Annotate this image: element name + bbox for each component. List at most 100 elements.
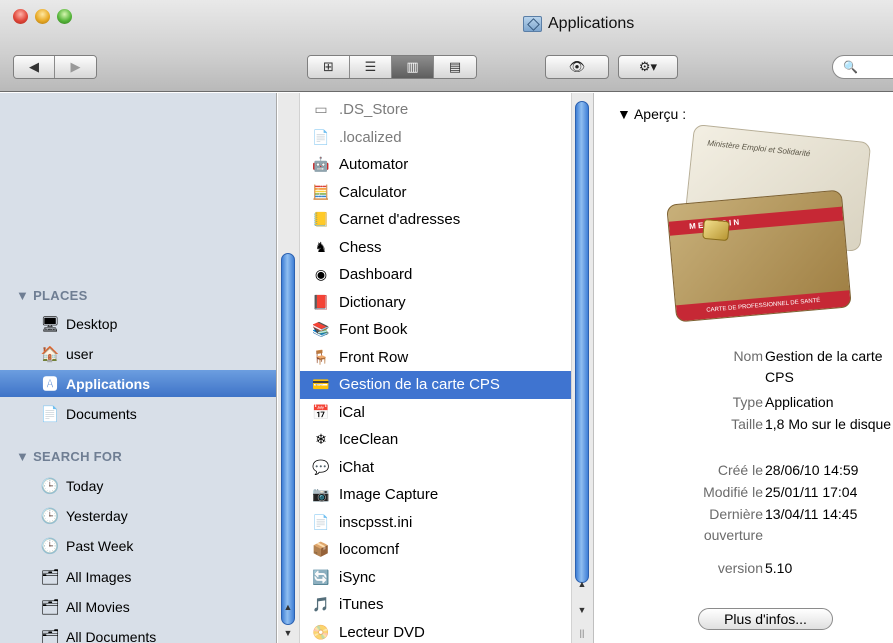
smart-folder-icon: 🗂 (40, 568, 60, 586)
preview-pane: ▼ Aperçu : Ministère Emploi et Solidarit… (595, 93, 893, 643)
file-item-carnet-d-adresses[interactable]: 📒 Carnet d'adresses (300, 206, 572, 234)
card-top-text: Ministère Emploi et Solidarité (706, 138, 811, 159)
file-item-name: inscpsst.ini (339, 513, 413, 531)
quick-look-button[interactable]: 👁 (545, 55, 609, 79)
sidebar-item-documents[interactable]: 📄 Documents (0, 400, 276, 427)
coverflow-view-button[interactable]: ▤ (434, 56, 476, 78)
file-item-name: Dashboard (339, 266, 413, 284)
card-red-footer: CARTE DE PROFESSIONNEL DE SANTÉ (675, 290, 851, 322)
cps-card-front-image: M E D E C I N CARTE DE PROFESSIONNEL DE … (666, 189, 852, 323)
info-value: Gestion de la carte CPS (765, 348, 883, 385)
file-item-chess[interactable]: ♞ Chess (300, 234, 572, 262)
sidebar-item-today[interactable]: 🕒 Today (0, 472, 276, 499)
file-item-name: Image Capture (339, 486, 439, 504)
places-column-scrollbar[interactable]: ▲ ▼ (278, 93, 300, 643)
file-item-front-row[interactable]: 🪑 Front Row (300, 344, 572, 372)
file-item-ichat[interactable]: 💬 iChat (300, 454, 572, 482)
file-item-locomcnf[interactable]: 📦 locomcnf (300, 536, 572, 564)
applications-column-scroll-thumb[interactable] (575, 101, 589, 583)
file-item-gestion-de-la-carte-cps[interactable]: 💳 Gestion de la carte CPS (300, 371, 572, 399)
chess-icon: ♞ (314, 238, 328, 255)
sidebar-item-desktop[interactable]: 🖥 Desktop (0, 310, 276, 337)
applications-column: ▲ ▼ ▭ .DS_Store 📄 .localized 🤖 Automator… (278, 93, 594, 643)
sidebar-item-label: Applications (66, 375, 151, 392)
more-info-button[interactable]: Plus d'infos... (698, 608, 833, 630)
file-item-isync[interactable]: 🔄 iSync (300, 564, 572, 592)
file-item-lecteur-dvd[interactable]: 📀 Lecteur DVD (300, 619, 572, 643)
info-value: 13/04/11 14:45 (765, 506, 858, 522)
info-value: 25/01/11 17:04 (765, 484, 858, 500)
document-icon: 📄 (312, 128, 330, 145)
applications-column-scrollbar[interactable]: ▲ ▼ || (571, 93, 593, 643)
search-field[interactable]: 🔍 (832, 55, 893, 79)
sidebar-item-all-documents[interactable]: 🗂 All Documents (0, 623, 276, 643)
action-menu-button[interactable]: ⚙▾ (618, 55, 678, 79)
file-item-name: Calculator (339, 183, 407, 201)
forward-button[interactable]: ▶ (55, 56, 96, 78)
chat-icon: 💬 (312, 458, 330, 475)
file-item-name: .DS_Store (339, 101, 409, 119)
file-item-name: .localized (339, 128, 402, 146)
places-column-scroll-thumb[interactable] (281, 253, 295, 625)
info-key: Type (732, 394, 763, 410)
sidebar-item-label: All Documents (66, 628, 157, 643)
file-item-font-book[interactable]: 📚 Font Book (300, 316, 572, 344)
scroll-down-arrow-icon[interactable]: ▼ (281, 628, 295, 638)
file-item-calculator[interactable]: 🧮 Calculator (300, 179, 572, 207)
file-item-name: Front Row (339, 348, 409, 366)
sidebar: ▼ PLACES 🖥 Desktop 🏠 user 🅰 Applications… (0, 93, 277, 643)
calendar-icon: 📅 (312, 403, 330, 420)
file-item-inscpsst-ini[interactable]: 📄 inscpsst.ini (300, 509, 572, 537)
scroll-down-arrow-icon[interactable]: ▼ (575, 605, 589, 615)
file-item-name: iSync (339, 568, 376, 586)
file-item-automator[interactable]: 🤖 Automator (300, 151, 572, 179)
info-key: Nom (733, 348, 763, 364)
minimize-window-button[interactable] (35, 9, 50, 24)
forward-arrow-icon: ▶ (70, 59, 81, 74)
sidebar-item-label: Today (66, 477, 104, 494)
close-window-button[interactable] (13, 9, 28, 24)
file-item-ds-store[interactable]: ▭ .DS_Store (300, 96, 572, 124)
camera-icon: 📷 (312, 486, 330, 503)
window-titlebar: Applications ◀ ▶ ⊞ ☰ ▥ ▤ 👁 ⚙▾ 🔍 (0, 0, 893, 92)
file-item-name: iCal (339, 403, 365, 421)
info-value: Application (765, 394, 834, 410)
file-item-iceclean[interactable]: ❄ IceClean (300, 426, 572, 454)
file-item-itunes[interactable]: 🎵 iTunes (300, 591, 572, 619)
view-mode-control: ⊞ ☰ ▥ ▤ (307, 55, 477, 79)
smart-folder-icon: 🗂 (40, 628, 60, 643)
music-note-icon: 🎵 (312, 596, 330, 613)
file-item-dashboard[interactable]: ◉ Dashboard (300, 261, 572, 289)
document-icon: 📄 (312, 513, 330, 530)
column-resize-handle-icon[interactable]: || (575, 628, 589, 638)
calculator-icon: 🧮 (312, 183, 330, 200)
info-value: 5.10 (765, 560, 793, 576)
sidebar-item-all-images[interactable]: 🗂 All Images (0, 563, 276, 590)
file-item-image-capture[interactable]: 📷 Image Capture (300, 481, 572, 509)
file-item-localized[interactable]: 📄 .localized (300, 124, 572, 152)
package-icon: 📦 (312, 541, 330, 558)
smart-folder-icon: 🗂 (40, 598, 60, 616)
column-view-button[interactable]: ▥ (392, 56, 434, 78)
file-item-ical[interactable]: 📅 iCal (300, 399, 572, 427)
sidebar-item-label: All Movies (66, 598, 130, 615)
sidebar-item-user[interactable]: 🏠 user (0, 340, 276, 367)
preview-heading[interactable]: ▼ Aperçu : (617, 106, 686, 122)
scroll-up-arrow-icon[interactable]: ▲ (575, 579, 589, 589)
sidebar-item-label: All Images (66, 568, 132, 585)
address-book-icon: 📒 (312, 211, 330, 228)
eye-icon: 👁 (568, 59, 586, 74)
icon-view-button[interactable]: ⊞ (308, 56, 350, 78)
sidebar-item-applications[interactable]: 🅰 Applications (0, 370, 276, 397)
back-arrow-icon: ◀ (29, 59, 39, 74)
file-item-name: Carnet d'adresses (339, 211, 461, 229)
zoom-window-button[interactable] (57, 9, 72, 24)
sidebar-item-all-movies[interactable]: 🗂 All Movies (0, 593, 276, 620)
sidebar-item-yesterday[interactable]: 🕒 Yesterday (0, 502, 276, 529)
back-button[interactable]: ◀ (14, 56, 56, 78)
sidebar-item-past-week[interactable]: 🕒 Past Week (0, 532, 276, 559)
list-view-button[interactable]: ☰ (350, 56, 392, 78)
file-item-dictionary[interactable]: 📕 Dictionary (300, 289, 572, 317)
file-item-name: Automator (339, 156, 409, 174)
scroll-up-arrow-icon[interactable]: ▲ (281, 602, 295, 612)
